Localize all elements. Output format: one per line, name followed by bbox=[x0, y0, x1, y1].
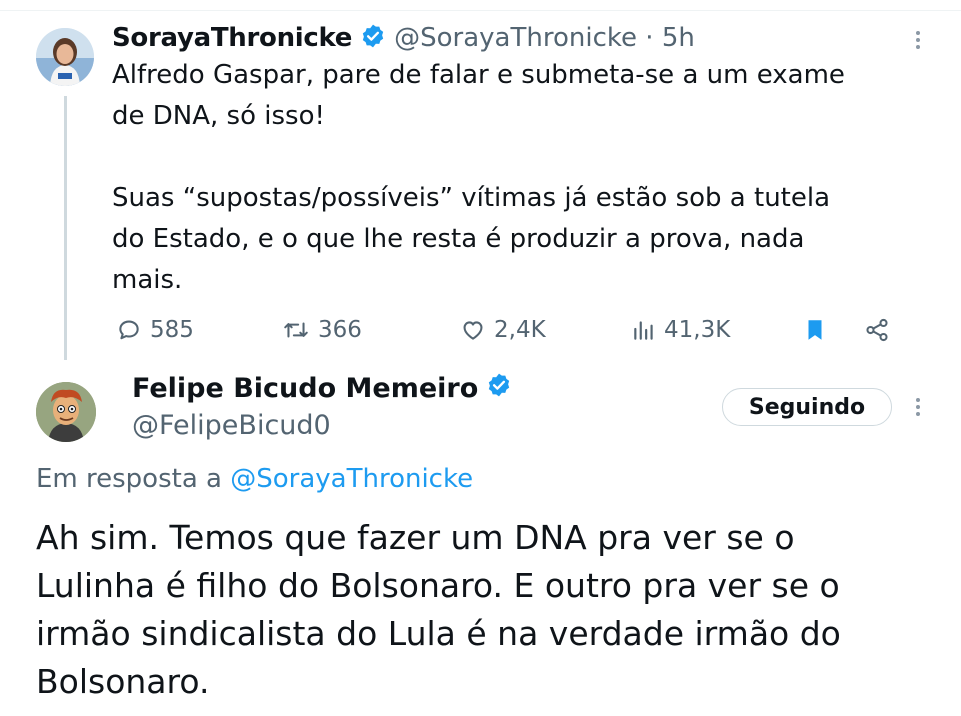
author-handle-2[interactable]: @FelipeBicud0 bbox=[132, 410, 331, 441]
avatar-soraya[interactable] bbox=[36, 28, 94, 86]
views-icon bbox=[632, 317, 656, 343]
tweet1-action-bar: 585 366 2,4K 41,3K bbox=[112, 312, 902, 348]
author-name-2[interactable]: Felipe Bicudo Memeiro bbox=[132, 372, 512, 405]
text-line: Suas “supostas/possíveis” vítimas já est… bbox=[112, 183, 831, 213]
text-line: Ah sim. Temos que fazer um DNA pra ver s… bbox=[36, 518, 795, 557]
author-name-text: Felipe Bicudo Memeiro bbox=[132, 373, 479, 404]
like-button[interactable]: 2,4K bbox=[460, 312, 546, 348]
tweet-time: 5h bbox=[661, 23, 695, 53]
repost-count: 366 bbox=[318, 317, 362, 343]
more-vertical-icon[interactable] bbox=[915, 398, 921, 419]
text-line: mais. bbox=[112, 265, 183, 295]
text-line: Bolsonaro. bbox=[36, 662, 210, 701]
reply-count: 585 bbox=[150, 317, 194, 343]
reply-context: Em resposta a @SorayaThronicke bbox=[36, 464, 473, 494]
text-line: Lulinha é filho do Bolsonaro. E outro pr… bbox=[36, 566, 840, 605]
thread-line bbox=[64, 96, 67, 360]
text-line: Alfredo Gaspar, pare de falar e submeta-… bbox=[112, 60, 845, 90]
tweet2-text: Ah sim. Temos que fazer um DNA pra ver s… bbox=[36, 514, 936, 706]
verified-badge-icon bbox=[360, 23, 386, 53]
views-count: 41,3K bbox=[664, 317, 731, 343]
heart-icon bbox=[460, 317, 486, 343]
repost-icon bbox=[282, 317, 310, 343]
tweet1-header: SorayaThronicke @SorayaThronicke · 5h bbox=[112, 18, 695, 58]
bookmark-icon bbox=[804, 317, 826, 343]
reply-prefix: Em resposta a bbox=[36, 464, 222, 494]
text-line: de DNA, só isso! bbox=[112, 101, 325, 131]
views-button[interactable]: 41,3K bbox=[632, 312, 730, 348]
repost-button[interactable]: 366 bbox=[282, 312, 362, 348]
reply-icon bbox=[116, 317, 142, 343]
share-button[interactable] bbox=[864, 312, 890, 348]
text-line: do Estado, e o que lhe resta é produzir … bbox=[112, 224, 805, 254]
verified-badge-icon bbox=[486, 372, 512, 405]
avatar-felipe[interactable] bbox=[36, 382, 96, 442]
reply-mention-link[interactable]: @SorayaThronicke bbox=[230, 464, 473, 494]
share-icon bbox=[864, 317, 890, 343]
like-count: 2,4K bbox=[494, 317, 546, 343]
author-name[interactable]: SorayaThronicke bbox=[112, 23, 352, 53]
top-divider bbox=[0, 10, 961, 11]
tweet1-text: Alfredo Gaspar, pare de falar e submeta-… bbox=[112, 55, 912, 301]
reply-button[interactable]: 585 bbox=[116, 312, 194, 348]
time-separator: · bbox=[645, 23, 654, 53]
text-line: irmão sindicalista do Lula é na verdade … bbox=[36, 614, 841, 653]
following-button[interactable]: Seguindo bbox=[722, 388, 892, 426]
author-handle: @SorayaThronicke · 5h bbox=[394, 23, 695, 53]
bookmark-button[interactable] bbox=[804, 312, 826, 348]
more-vertical-icon[interactable] bbox=[915, 31, 921, 52]
